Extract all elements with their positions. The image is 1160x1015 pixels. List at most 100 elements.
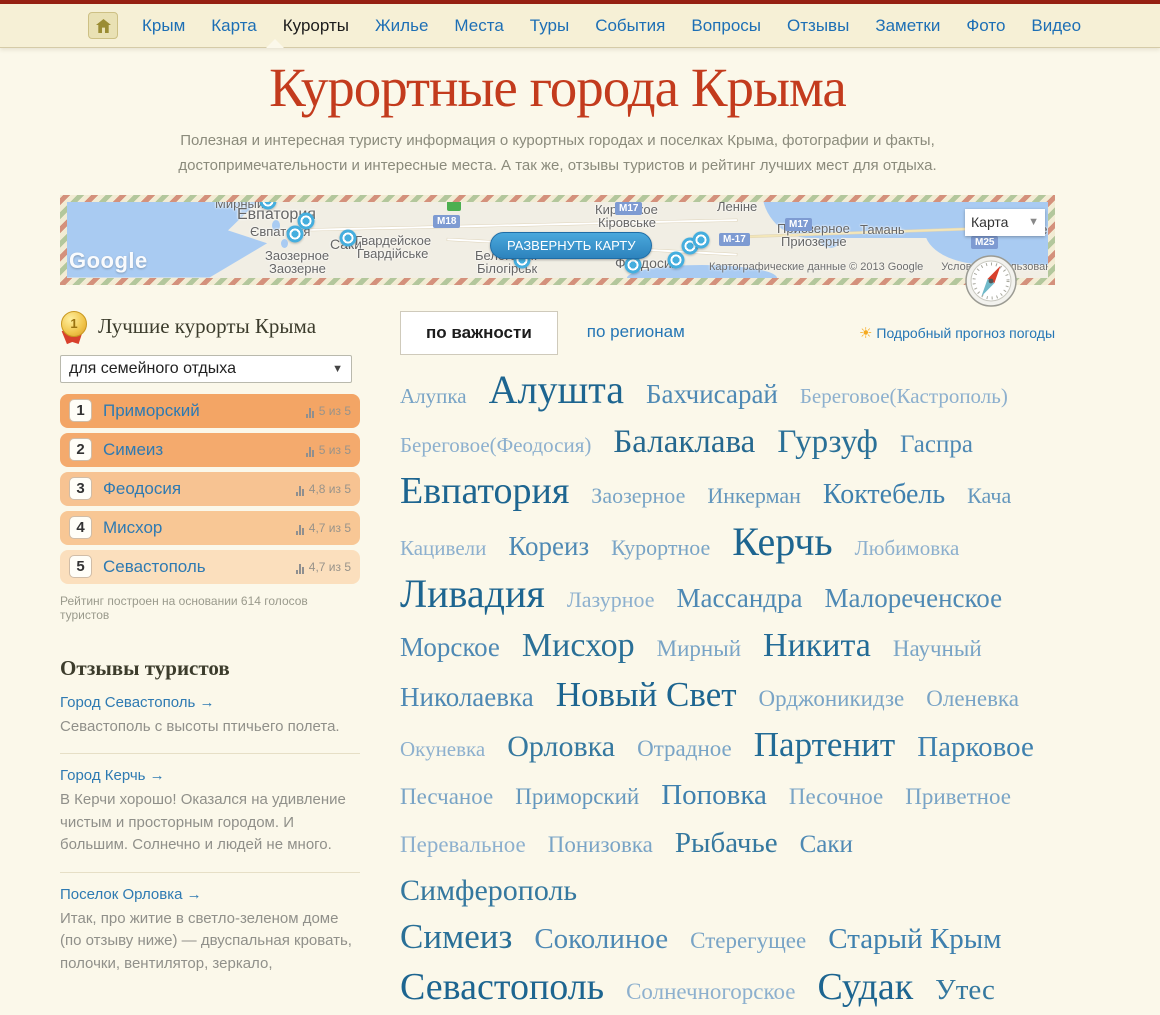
map-marker-icon[interactable]: [667, 251, 685, 268]
resort-tag-link[interactable]: Утес: [935, 974, 995, 1006]
resort-link[interactable]: Феодосия: [103, 479, 181, 499]
resort-rank-row[interactable]: 2 Симеиз 5 из 5: [60, 432, 360, 467]
review-place-link[interactable]: Город Севастополь →: [60, 694, 360, 711]
page-subtitle: Полезная и интересная туристу информация…: [178, 132, 937, 174]
resort-rank-row[interactable]: 3 Феодосия 4,8 из 5: [60, 471, 360, 506]
resort-tag-link[interactable]: Орловка: [507, 730, 615, 763]
nav-item[interactable]: Курорты: [283, 16, 349, 36]
road-badge: [447, 201, 461, 211]
nav-item[interactable]: Заметки: [875, 16, 940, 36]
resort-tag-link[interactable]: Симферополь: [400, 874, 577, 907]
resort-tag-link[interactable]: Никита: [763, 627, 871, 664]
resort-tag-link[interactable]: Кача: [967, 483, 1011, 508]
weather-forecast-link[interactable]: ☀ Подробный прогноз погоды: [859, 324, 1055, 342]
resort-rank-row[interactable]: 1 Приморский 5 из 5: [60, 393, 360, 428]
map-marker-icon[interactable]: [624, 256, 642, 273]
expand-map-button[interactable]: РАЗВЕРНУТЬ КАРТУ: [490, 231, 653, 259]
resort-tag-link[interactable]: Песчаное: [400, 784, 493, 809]
resort-tag-link[interactable]: Старый Крым: [828, 923, 1001, 955]
resort-tag-link[interactable]: Коктебель: [823, 479, 945, 510]
resort-filter-select[interactable]: для семейного отдыха ▼: [60, 354, 352, 383]
map-canvas[interactable]: Мирный Евпатория Євпаторія Саки Заозерно…: [67, 201, 1048, 278]
resort-tag-link[interactable]: Партенит: [754, 725, 895, 764]
nav-item[interactable]: Отзывы: [787, 16, 849, 36]
map-type-select[interactable]: Карта ▼: [965, 208, 1045, 236]
nav-item[interactable]: Фото: [966, 16, 1005, 36]
review-place-link[interactable]: Поселок Орловка →: [60, 886, 360, 903]
map-marker-icon[interactable]: [286, 225, 304, 242]
resort-tag-link[interactable]: Поповка: [661, 779, 767, 811]
resort-tag-link[interactable]: Кацивели: [400, 536, 486, 560]
resort-tag-link[interactable]: Гаспра: [900, 431, 973, 458]
resort-tag-link[interactable]: Понизовка: [548, 832, 653, 857]
resort-tag-link[interactable]: Николаевка: [400, 682, 534, 712]
resort-tag-link[interactable]: Бахчисарай: [646, 379, 778, 409]
nav-item[interactable]: Жилье: [375, 16, 428, 36]
road-line: [307, 218, 737, 231]
rating-value: 4,7 из 5: [308, 559, 351, 574]
rating-value: 4,7 из 5: [308, 520, 351, 535]
resort-tag-link[interactable]: Симеиз: [400, 917, 512, 956]
resort-tag-link[interactable]: Мисхор: [522, 627, 635, 664]
resort-tag-link[interactable]: Приморский: [515, 784, 639, 809]
resort-tag-link[interactable]: Парковое: [917, 731, 1034, 763]
map-marker-icon[interactable]: [692, 231, 710, 248]
resort-rank-row[interactable]: 4 Мисхор 4,7 из 5: [60, 510, 360, 545]
resort-tag-link[interactable]: Евпатория: [400, 470, 569, 512]
resort-tag-link[interactable]: Массандра: [677, 583, 803, 613]
resort-tag-link[interactable]: Ливадия: [400, 571, 545, 616]
home-button[interactable]: [88, 12, 118, 39]
resort-link[interactable]: Симеиз: [103, 440, 163, 460]
resort-tag-link[interactable]: Стерегущее: [690, 928, 806, 953]
resort-tag-link[interactable]: Севастополь: [400, 966, 604, 1008]
nav-item[interactable]: Карта: [211, 16, 257, 36]
resort-tag-link[interactable]: Оленевка: [926, 686, 1019, 711]
resort-tag-link[interactable]: Песочное: [789, 784, 883, 809]
resort-tag-link[interactable]: Рыбачье: [675, 827, 778, 859]
tab-bar: по важности по регионам ☀ Подробный прогн…: [400, 310, 1055, 355]
resort-tag-link[interactable]: Саки: [800, 831, 853, 858]
resort-tag-link[interactable]: Перевальное: [400, 832, 526, 857]
resort-tag-link[interactable]: Курортное: [611, 535, 710, 560]
nav-item[interactable]: Места: [454, 16, 503, 36]
resort-tag-link[interactable]: Балаклава: [613, 424, 755, 460]
nav-item[interactable]: Туры: [530, 16, 569, 36]
tab-by-region[interactable]: по регионам: [562, 311, 710, 355]
resort-tag-link[interactable]: Мирный: [657, 636, 741, 661]
resort-rank-row[interactable]: 5 Севастополь 4,7 из 5: [60, 549, 360, 584]
rating-bars-icon: [295, 485, 305, 496]
resort-tag-link[interactable]: Алупка: [400, 384, 467, 408]
nav-item[interactable]: Вопросы: [691, 16, 761, 36]
resort-tag-link[interactable]: Судак: [818, 966, 914, 1008]
review-place-link[interactable]: Город Керчь →: [60, 767, 360, 784]
resort-tag-link[interactable]: Инкерман: [707, 483, 801, 508]
resort-tag-link[interactable]: Лазурное: [567, 587, 655, 612]
resort-tag-link[interactable]: Малореченское: [825, 583, 1003, 613]
resort-tag-link[interactable]: Окуневка: [400, 737, 485, 761]
resort-tag-link[interactable]: Береговое(Феодосия): [400, 433, 591, 457]
nav-item[interactable]: События: [595, 16, 665, 36]
resort-tag-link[interactable]: Береговое(Кастрополь): [800, 384, 1008, 408]
resort-tag-link[interactable]: Соколиное: [534, 923, 668, 955]
resort-tag-link[interactable]: Орджоникидзе: [759, 686, 905, 711]
resort-tag-link[interactable]: Любимовка: [855, 536, 960, 560]
resort-tag-link[interactable]: Морское: [400, 632, 500, 662]
tab-by-importance[interactable]: по важности: [400, 310, 558, 355]
resort-tag-link[interactable]: Кореиз: [508, 531, 589, 561]
sun-icon: ☀: [858, 324, 873, 342]
resort-tag-link[interactable]: Научный: [893, 636, 982, 661]
nav-item[interactable]: Крым: [142, 16, 185, 36]
nav-item[interactable]: Видео: [1031, 16, 1081, 36]
resort-link[interactable]: Приморский: [103, 401, 200, 421]
resort-tag-link[interactable]: Керчь: [732, 519, 832, 564]
resort-tag-link[interactable]: Гурзуф: [777, 424, 878, 460]
resort-tag-link[interactable]: Заозерное: [591, 483, 685, 508]
resort-link[interactable]: Севастополь: [103, 557, 206, 577]
resort-tag-link[interactable]: Солнечногорское: [626, 979, 795, 1004]
resort-link[interactable]: Мисхор: [103, 518, 162, 538]
resort-tag-link[interactable]: Алушта: [489, 367, 624, 412]
resort-tag-link[interactable]: Приветное: [905, 784, 1011, 809]
resort-tag-link[interactable]: Новый Свет: [556, 675, 737, 714]
map-marker-icon[interactable]: [339, 229, 357, 246]
resort-tag-link[interactable]: Отрадное: [637, 736, 732, 761]
